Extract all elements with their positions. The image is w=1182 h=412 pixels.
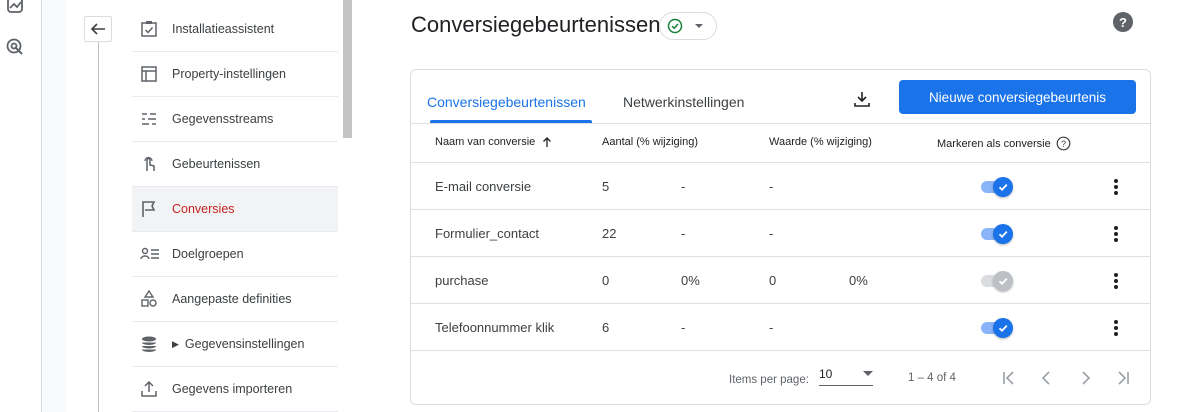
value-value: - — [769, 179, 774, 194]
table-row: E-mail conversie 5 - - — [411, 163, 1150, 210]
check-icon — [998, 324, 1008, 332]
back-button[interactable] — [84, 16, 112, 42]
status-dropdown[interactable] — [659, 12, 717, 40]
admin-nav-list: Installatieassistent Property-instelling… — [132, 7, 338, 412]
nav-item-gegevensinstellingen[interactable]: ▶ Gegevensinstellingen — [132, 322, 338, 367]
expand-caret-icon[interactable]: ▶ — [172, 339, 179, 350]
conversion-name[interactable]: Formulier_contact — [435, 226, 539, 241]
nav-scrollbar[interactable] — [343, 0, 352, 138]
check-icon — [998, 183, 1008, 191]
count-change: 0% — [681, 273, 700, 288]
tab-conversiegebeurtenissen[interactable]: Conversiegebeurtenissen — [427, 92, 586, 112]
insights-icon[interactable] — [4, 0, 26, 16]
sort-arrow-up-icon — [543, 137, 552, 147]
help-icon[interactable]: ? — [1113, 12, 1133, 32]
count-change: - — [681, 179, 686, 194]
previous-page-icon[interactable] — [1037, 368, 1057, 388]
next-page-icon[interactable] — [1075, 368, 1095, 388]
column-header-mark: Markeren als conversie ? — [937, 136, 1071, 151]
check-circle-icon — [667, 18, 683, 34]
new-conversion-button[interactable]: Nieuwe conversiegebeurtenis — [899, 80, 1136, 114]
more-options-icon[interactable] — [1110, 318, 1122, 338]
more-options-icon[interactable] — [1110, 224, 1122, 244]
nav-item-aangepaste-definities[interactable]: Aangepaste definities — [132, 277, 338, 322]
count-value: 22 — [602, 226, 617, 241]
flag-icon — [132, 200, 172, 218]
database-icon — [132, 335, 172, 353]
touch-icon — [132, 155, 172, 173]
checklist-icon — [132, 20, 172, 38]
value-value: 0 — [769, 273, 777, 288]
first-page-icon[interactable] — [999, 368, 1019, 388]
pagination: Items per page: 10 1 – 4 of 4 — [411, 354, 1150, 404]
nav-item-label: Aangepaste definities — [172, 292, 292, 306]
items-per-page-label: Items per page: — [729, 374, 809, 386]
nav-item-label: Property-instellingen — [172, 67, 286, 81]
count-value: 5 — [602, 179, 610, 194]
help-circle-icon[interactable]: ? — [1056, 136, 1071, 151]
nav-item-gegevens-importeren[interactable]: Gegevens importeren — [132, 367, 338, 412]
left-rail — [0, 0, 42, 412]
nav-item-label: Gebeurtenissen — [172, 157, 261, 171]
arrow-left-icon — [90, 23, 105, 35]
nav-item-property-instellingen[interactable]: Property-instellingen — [132, 52, 338, 97]
data-streams-icon — [132, 110, 172, 128]
nav-item-gebeurtenissen[interactable]: Gebeurtenissen — [132, 142, 338, 187]
nav-item-label: Doelgroepen — [172, 247, 244, 261]
table-header: Naam van conversie Aantal (% wijziging) … — [411, 123, 1150, 163]
mark-as-conversion-toggle[interactable] — [979, 176, 1015, 198]
advertising-icon[interactable] — [4, 36, 26, 58]
conversion-name[interactable]: Telefoonnummer klik — [435, 320, 554, 335]
more-options-icon[interactable] — [1110, 177, 1122, 197]
table-row: Formulier_contact 22 - - — [411, 210, 1150, 257]
column-header-value: Waarde (% wijziging) — [769, 136, 872, 148]
count-change: - — [681, 226, 686, 241]
count-value: 0 — [602, 273, 610, 288]
column-header-count: Aantal (% wijziging) — [602, 136, 698, 148]
conversion-name[interactable]: purchase — [435, 273, 488, 288]
pagination-range: 1 – 4 of 4 — [908, 372, 956, 384]
count-value: 6 — [602, 320, 610, 335]
nav-item-label: Gegevensinstellingen — [184, 337, 305, 351]
nav-item-installatieassistent[interactable]: Installatieassistent — [132, 7, 338, 52]
conversions-card: Conversiegebeurtenissen Netwerkinstellin… — [410, 69, 1151, 405]
count-change: - — [681, 320, 686, 335]
nav-item-doelgroepen[interactable]: Doelgroepen — [132, 232, 338, 277]
check-icon — [998, 277, 1008, 285]
column-header-name[interactable]: Naam van conversie — [435, 136, 553, 148]
audiences-icon — [132, 245, 172, 263]
nav-item-label: Gegevensstreams — [172, 112, 274, 126]
nav-tree-line — [98, 42, 99, 412]
download-icon[interactable] — [851, 88, 873, 110]
check-icon — [998, 230, 1008, 238]
conversion-name[interactable]: E-mail conversie — [435, 179, 531, 194]
table-row: purchase 0 0% 0 0% — [411, 257, 1150, 304]
nav-item-label: Installatieassistent — [172, 22, 275, 36]
column-header-label: Markeren als conversie — [937, 137, 1051, 150]
property-settings-icon — [132, 65, 172, 83]
tab-netwerkinstellingen[interactable]: Netwerkinstellingen — [623, 92, 744, 112]
nav-item-gegevensstreams[interactable]: Gegevensstreams — [132, 97, 338, 142]
last-page-icon[interactable] — [1113, 368, 1133, 388]
chevron-down-icon — [863, 371, 873, 376]
value-change: 0% — [849, 273, 868, 288]
mark-as-conversion-toggle — [979, 270, 1015, 292]
svg-text:?: ? — [1061, 139, 1066, 149]
upload-icon — [132, 380, 172, 398]
nav-item-label: Gegevens importeren — [172, 382, 293, 396]
table-row: Telefoonnummer klik 6 - - — [411, 304, 1150, 351]
items-per-page-select[interactable]: 10 — [819, 364, 873, 386]
column-header-label: Naam van conversie — [435, 136, 536, 148]
nav-item-label: Conversies — [172, 202, 235, 216]
mark-as-conversion-toggle[interactable] — [979, 317, 1015, 339]
nav-item-conversies[interactable]: Conversies — [132, 187, 338, 232]
value-value: - — [769, 226, 774, 241]
value-value: - — [769, 320, 774, 335]
shapes-icon — [132, 290, 172, 308]
page-title: Conversiegebeurtenissen — [411, 12, 661, 37]
mark-as-conversion-toggle[interactable] — [979, 223, 1015, 245]
more-options-icon[interactable] — [1110, 271, 1122, 291]
chevron-down-icon — [695, 24, 703, 28]
items-per-page-value: 10 — [819, 367, 833, 381]
